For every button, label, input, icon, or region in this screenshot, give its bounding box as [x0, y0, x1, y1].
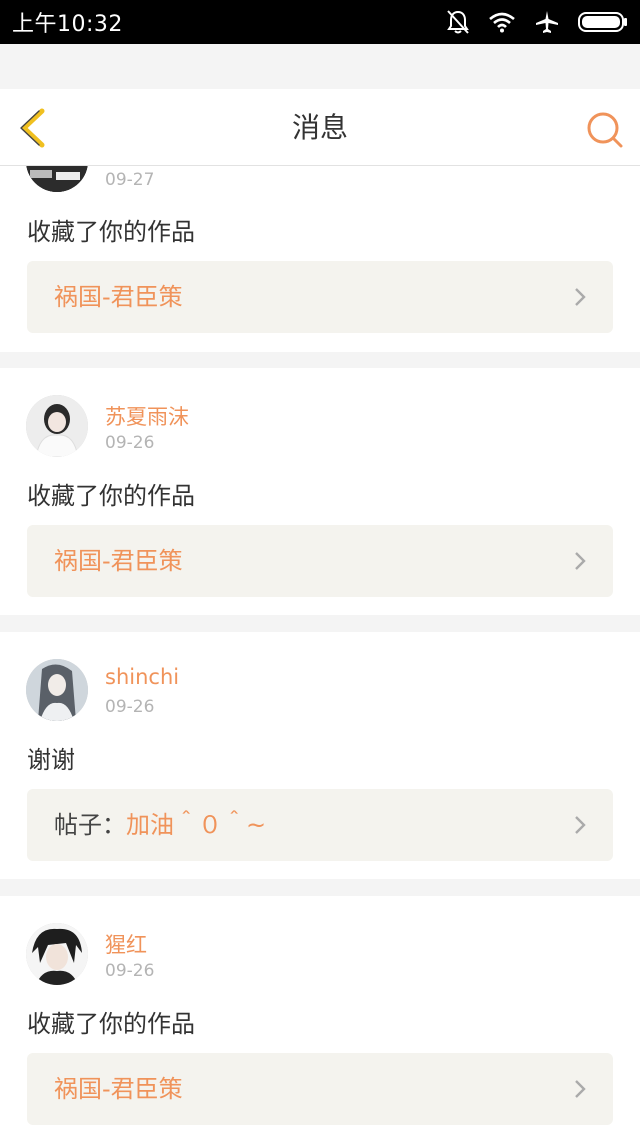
message-date: 09-26 — [105, 433, 155, 453]
work-link[interactable]: 祸国-君臣策 — [27, 525, 613, 597]
status-time: 上午10:32 — [12, 12, 123, 37]
message-action: 收藏了你的作品 — [27, 1010, 195, 1038]
post-link[interactable]: 帖子：加油＾０＾~ — [27, 789, 613, 861]
work-link[interactable]: 祸国-君臣策 — [27, 1053, 613, 1125]
chevron-right-icon — [575, 1080, 586, 1098]
message-action: 谢谢 — [27, 746, 75, 774]
work-title: 祸国-君臣策 — [54, 547, 183, 575]
status-icons — [446, 9, 628, 35]
avatar[interactable] — [26, 166, 88, 192]
message-action: 收藏了你的作品 — [27, 482, 195, 510]
message-card: shinchi 09-26 谢谢 帖子：加油＾０＾~ — [0, 632, 640, 879]
message-date: 09-26 — [105, 961, 155, 981]
chevron-right-icon — [575, 288, 586, 306]
wifi-icon — [489, 12, 515, 33]
post-text: 帖子：加油＾０＾~ — [54, 789, 266, 861]
avatar[interactable] — [26, 395, 88, 457]
post-prefix: 帖子： — [54, 811, 126, 839]
user-name[interactable]: 猩红 — [105, 929, 147, 959]
work-title: 祸国-君臣策 — [54, 1075, 183, 1103]
message-date: 09-27 — [105, 170, 155, 190]
airplane-icon — [536, 11, 558, 33]
user-name[interactable]: 苏夏雨沫 — [105, 401, 189, 431]
search-icon[interactable] — [586, 111, 624, 149]
avatar[interactable] — [26, 659, 88, 721]
chevron-right-icon — [575, 552, 586, 570]
avatar[interactable] — [26, 923, 88, 985]
status-bar: 上午10:32 — [0, 0, 640, 44]
message-card: 09-27 收藏了你的作品 祸国-君臣策 — [0, 166, 640, 352]
user-name[interactable]: shinchi — [105, 665, 179, 689]
battery-icon — [578, 12, 627, 32]
message-card: 苏夏雨沫 09-26 收藏了你的作品 祸国-君臣策 — [0, 368, 640, 615]
message-list[interactable]: 09-27 收藏了你的作品 祸国-君臣策 苏夏雨沫 09-26 收藏了你的作品 … — [0, 166, 640, 1138]
top-spacer — [0, 44, 640, 89]
chevron-right-icon — [575, 816, 586, 834]
message-action: 收藏了你的作品 — [27, 218, 195, 246]
work-title: 祸国-君臣策 — [54, 283, 183, 311]
nav-bar: 消息 — [0, 89, 640, 166]
message-date: 09-26 — [105, 697, 155, 717]
page-title: 消息 — [291, 111, 348, 144]
work-link[interactable]: 祸国-君臣策 — [27, 261, 613, 333]
message-card: 猩红 09-26 收藏了你的作品 祸国-君臣策 — [0, 896, 640, 1138]
post-title: 加油＾０＾~ — [126, 811, 267, 839]
bell-muted-icon — [447, 10, 469, 34]
